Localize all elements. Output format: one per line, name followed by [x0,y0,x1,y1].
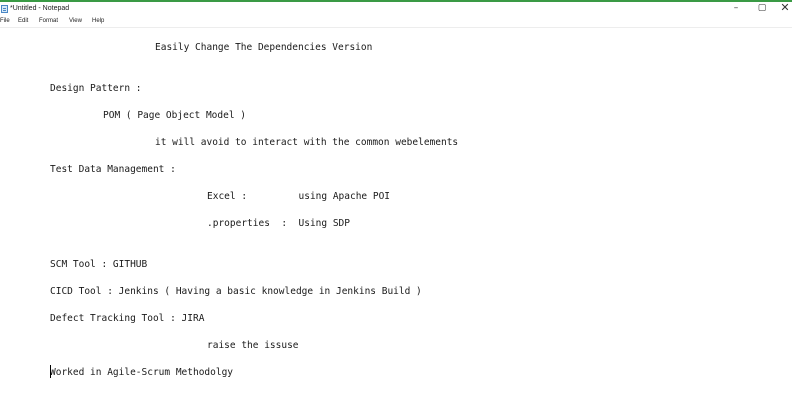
text-line: it will avoid to interact with the commo… [155,137,459,148]
text-line: Worked in Agile-Scrum Methodolgy [50,367,234,378]
text-line: POM ( Page Object Model ) [103,110,246,121]
text-caret [50,365,51,378]
text-line: raise the issuse [207,340,299,351]
notepad-icon [1,5,8,13]
text-line: Easily Change The Dependencies Version [155,42,373,53]
menu-view[interactable]: View [69,17,82,25]
text-line: SCM Tool : GITHUB [50,259,148,270]
text-line: Design Pattern : [50,83,142,94]
notepad-window: *Untitled - Notepad – ▢ ✕ File Edit Form… [0,0,792,407]
menu-format[interactable]: Format [39,17,58,25]
text-line: Test Data Management : [50,164,176,175]
title-bar[interactable]: *Untitled - Notepad – ▢ ✕ [0,2,792,16]
text-line: Excel : using Apache POI [207,191,391,202]
text-line: Defect Tracking Tool : JIRA [50,313,205,324]
menu-file[interactable]: File [0,17,10,25]
close-button[interactable]: ✕ [772,2,792,16]
menu-bar: File Edit Format View Help [0,16,792,27]
menu-edit[interactable]: Edit [18,17,28,25]
text-line: CICD Tool : Jenkins ( Having a basic kno… [50,286,422,297]
text-line: .properties : Using SDP [207,218,350,229]
minimize-button[interactable]: – [723,2,749,16]
window-title: *Untitled - Notepad [10,5,70,12]
menu-help[interactable]: Help [92,17,104,25]
text-editor-area[interactable]: Easily Change The Dependencies Version D… [0,27,792,407]
